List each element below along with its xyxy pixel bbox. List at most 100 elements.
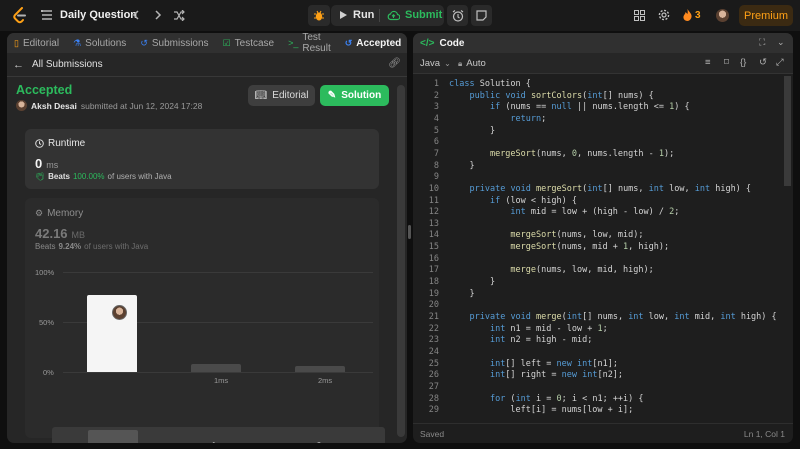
memory-card[interactable]: ⚙︎ Memory 42.16 MB Beats 9.24% of users … — [25, 198, 385, 443]
autosave-toggle[interactable]: 🔒︎ Auto — [458, 58, 486, 69]
minimap-bar — [88, 430, 138, 443]
line-number: 24 — [428, 346, 439, 357]
code-line: int[] left = new int[n1]; — [489, 358, 618, 369]
line-number: 26 — [428, 370, 439, 381]
user-avatar[interactable] — [716, 9, 729, 22]
code-editor[interactable]: 1 class Solution {2 public void sortColor… — [413, 79, 783, 419]
shuffle-icon[interactable] — [172, 8, 186, 22]
bookmark-icon[interactable]: ⌑ — [724, 57, 729, 68]
back-arrow-icon[interactable]: ← — [13, 59, 24, 71]
x-tick-label: 2ms — [318, 376, 333, 385]
code-panel-title: Code — [439, 37, 465, 49]
runtime-card[interactable]: Runtime 0 ms 👏︎ Beats 100.00% of users w… — [25, 129, 379, 189]
runtime-beats-label: Beats — [48, 172, 70, 181]
x-tick-label: 1ms — [214, 376, 229, 385]
chart-bar[interactable] — [295, 366, 345, 372]
y-tick-label: 100% — [35, 268, 55, 277]
alarm-clock-icon — [452, 9, 463, 22]
left-panel-scrollbar[interactable] — [397, 85, 405, 437]
line-number: 6 — [433, 137, 439, 148]
editorial-button[interactable]: 📖︎ Editorial — [248, 85, 315, 106]
distribution-chart: 100% 50% 0% 1ms 2ms — [25, 268, 379, 398]
tab-submissions[interactable]: ↺ Submissions — [133, 33, 215, 53]
tab-editorial[interactable]: ▯ Editorial — [7, 33, 66, 53]
panel-resize-handle[interactable] — [408, 225, 411, 239]
bug-icon — [314, 10, 324, 21]
chart-minimap[interactable]: 1ms 2ms — [52, 427, 385, 443]
code-brackets-icon: </> — [420, 37, 435, 49]
submit-label: Submit — [405, 9, 443, 21]
code-toolbar: Java ⌄ 🔒︎ Auto ≡ ⌑ {} ↺ ⤢ — [413, 53, 793, 74]
solution-button[interactable]: ✎ Solution — [320, 85, 389, 106]
editorial-button-label: Editorial — [272, 90, 309, 101]
history-icon: ↺ — [140, 37, 148, 48]
tab-solutions[interactable]: ⚗ Solutions — [66, 33, 133, 53]
next-question-icon[interactable] — [152, 8, 164, 22]
line-number: 22 — [428, 323, 439, 334]
reset-icon[interactable]: ↺ — [759, 57, 767, 68]
all-submissions-link[interactable]: All Submissions — [32, 59, 103, 70]
notes-button[interactable] — [471, 5, 492, 26]
memory-unit: MB — [71, 230, 86, 240]
code-line: mergeSort(nums, 0, nums.length - 1); — [489, 148, 675, 159]
editorial-icon: ▯ — [14, 37, 19, 48]
expand-icon[interactable]: ⤢ — [776, 57, 784, 68]
chart-bar[interactable] — [87, 295, 137, 372]
my-submission-marker[interactable] — [112, 305, 127, 320]
code-line: } — [449, 277, 496, 288]
submit-button[interactable]: Submit — [387, 9, 442, 21]
timer-button[interactable] — [447, 5, 468, 26]
debug-button[interactable] — [308, 5, 330, 26]
tab-test-result[interactable]: >_ Test Result — [281, 33, 338, 54]
share-link-icon[interactable]: 🔗︎ — [388, 58, 401, 69]
braces-icon[interactable]: {} — [740, 57, 746, 68]
line-number: 25 — [428, 358, 439, 369]
memory-header: ⚙︎ Memory — [35, 208, 83, 219]
left-tab-bar: ▯ Editorial ⚗ Solutions ↺ Submissions ☑ … — [7, 33, 407, 54]
run-label: Run — [353, 9, 375, 21]
code-line: return; — [510, 113, 547, 124]
chart-bar[interactable] — [191, 364, 241, 372]
tab-testcase[interactable]: ☑ Testcase — [216, 33, 282, 53]
chevron-down-icon: ⌄ — [444, 59, 451, 68]
run-button[interactable]: Run — [339, 9, 374, 21]
settings-gear-icon[interactable] — [657, 8, 671, 22]
premium-button[interactable]: Premium — [739, 5, 793, 26]
line-number: 8 — [433, 160, 439, 171]
code-line: } — [449, 160, 475, 171]
streak-count: 3 — [695, 9, 701, 21]
tab-label: Accepted — [356, 37, 402, 49]
line-number: 28 — [428, 393, 439, 404]
terminal-icon: >_ — [288, 38, 299, 48]
fullscreen-icon[interactable]: ⛶ — [759, 37, 765, 48]
format-icon[interactable]: ≡ — [705, 57, 711, 68]
code-panel-header: </> Code ⛶ ⌄ — [413, 33, 793, 53]
runtime-beats-suffix: of users with Java — [107, 172, 172, 181]
code-line: for (int i = 0; i < n1; ++i) { — [489, 393, 644, 404]
y-tick-label: 0% — [43, 368, 54, 377]
save-status: Saved — [420, 429, 445, 439]
layout-grid-icon[interactable] — [632, 8, 646, 22]
streak-counter[interactable]: 3 — [683, 9, 701, 21]
page-title[interactable]: Daily Question — [60, 9, 137, 21]
problem-list-icon[interactable] — [40, 8, 54, 22]
play-icon — [340, 11, 347, 19]
checkbox-icon: ☑ — [222, 37, 231, 48]
line-number: 15 — [428, 242, 439, 253]
collapse-icon[interactable]: ⌄ — [777, 37, 785, 48]
leetcode-logo[interactable] — [12, 7, 28, 24]
submission-meta: Aksh Desai submitted at Jun 12, 2024 17:… — [16, 100, 202, 111]
clock-icon — [35, 139, 44, 148]
submitter-name[interactable]: Aksh Desai — [31, 101, 77, 111]
editor-scrollbar[interactable] — [784, 76, 791, 186]
prev-question-icon[interactable] — [130, 8, 142, 22]
code-line: mergeSort(nums, low, mid); — [510, 230, 644, 241]
top-bar: Daily Question Run Submit 3 Premium — [0, 0, 800, 31]
fire-icon — [683, 9, 692, 21]
flask-icon: ⚗ — [73, 37, 82, 48]
all-submissions-bar: ← All Submissions 🔗︎ — [7, 53, 407, 77]
tab-accepted[interactable]: ↺ Accepted ✕ — [338, 33, 407, 53]
line-number: 27 — [428, 381, 439, 392]
language-select[interactable]: Java ⌄ — [420, 58, 451, 69]
note-icon — [476, 10, 487, 21]
